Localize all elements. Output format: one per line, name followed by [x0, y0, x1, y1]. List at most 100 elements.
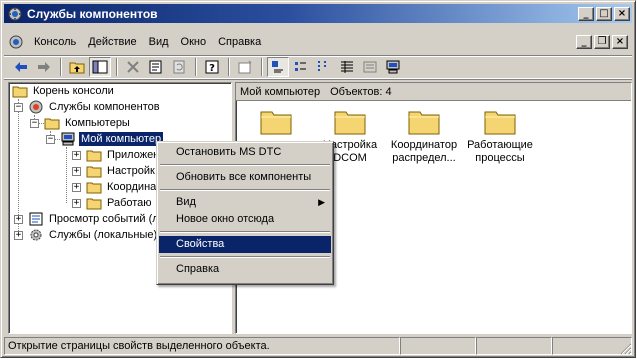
minimize-button[interactable]: _: [578, 6, 594, 21]
folder-label: Работающие процессы: [467, 139, 533, 164]
configure-button[interactable]: [359, 57, 381, 77]
menu-separator: [160, 231, 330, 233]
expand-toggle[interactable]: +: [72, 199, 81, 208]
mdi-restore-button[interactable]: ❐: [594, 35, 610, 49]
show-tree-button[interactable]: [89, 57, 111, 77]
menu-separator: [160, 189, 330, 191]
properties-button[interactable]: [145, 57, 167, 77]
toolbar-separator: [195, 58, 197, 76]
status-bar: Открытие страницы свойств выделенного об…: [4, 337, 632, 355]
tree-item-console-root[interactable]: Корень консоли: [12, 83, 116, 99]
expand-toggle[interactable]: +: [72, 151, 81, 160]
small-icons-button[interactable]: [290, 57, 312, 77]
object-count: Объектов: 4: [330, 85, 392, 98]
back-button[interactable]: [10, 57, 32, 77]
computer-button[interactable]: [382, 57, 404, 77]
folder-dtc[interactable]: Координатор распредел...: [384, 109, 464, 165]
folder-icon: [12, 86, 28, 98]
main-window: Службы компонентов _ □ × Консоль Действи…: [0, 0, 636, 358]
menu-item-help[interactable]: Справка: [159, 261, 331, 278]
toolbar-separator: [60, 58, 62, 76]
tree-item-computers[interactable]: Компьютеры: [44, 115, 132, 131]
tree-item-event-viewer[interactable]: Просмотр событий (л: [28, 211, 161, 227]
up-level-button[interactable]: [66, 57, 88, 77]
window-title: Службы компонентов: [27, 6, 158, 21]
forward-button[interactable]: [33, 57, 55, 77]
menu-view[interactable]: Вид: [143, 34, 175, 50]
status-panel: [476, 337, 552, 355]
properties-icon: [149, 60, 162, 74]
refresh-button[interactable]: [168, 57, 190, 77]
tree-item-dtc[interactable]: Координа: [86, 179, 158, 195]
maximize-button[interactable]: □: [596, 6, 612, 21]
gear-icon: [30, 229, 42, 241]
svg-text:?: ?: [209, 63, 215, 74]
mdi-minimize-button[interactable]: _: [576, 35, 592, 49]
menu-window[interactable]: Окно: [175, 34, 213, 50]
console-icon[interactable]: [8, 34, 24, 50]
close-button[interactable]: ×: [614, 6, 630, 21]
menu-help[interactable]: Справка: [212, 34, 267, 50]
expand-toggle[interactable]: +: [72, 167, 81, 176]
mdi-close-button[interactable]: ×: [612, 35, 628, 49]
tree-item-applications[interactable]: Приложен: [86, 147, 161, 163]
menu-item-view[interactable]: Вид ▶: [159, 194, 331, 211]
list-icon: [318, 61, 326, 71]
tree-item-services[interactable]: Службы (локальные): [28, 227, 159, 243]
folder-icon: [86, 198, 102, 210]
tree-line: [66, 147, 67, 203]
folder-icon: [484, 111, 516, 135]
details-button[interactable]: [336, 57, 358, 77]
tree-item-label: Настройк: [107, 165, 155, 177]
current-location: Мой компьютер: [240, 85, 321, 98]
small-icons-icon: [295, 62, 306, 71]
menu-separator: [160, 256, 330, 258]
menu-action[interactable]: Действие: [82, 34, 142, 50]
status-panel: [400, 337, 476, 355]
toolbar-separator: [228, 58, 230, 76]
tree-item-label: Работаю: [107, 197, 152, 209]
collapse-toggle[interactable]: −: [46, 135, 55, 144]
tree-item-component-services[interactable]: Службы компонентов: [28, 99, 162, 115]
menu-item-new-window[interactable]: Новое окно отсюда: [159, 211, 331, 228]
tree-item-label: Службы (локальные): [49, 229, 158, 241]
menu-console[interactable]: Консоль: [28, 34, 82, 50]
title-bar[interactable]: Службы компонентов _ □ ×: [4, 4, 632, 23]
menu-item-properties[interactable]: Свойства: [159, 236, 331, 253]
expand-toggle[interactable]: +: [14, 231, 23, 240]
folder-running-processes[interactable]: Работающие процессы: [460, 109, 540, 165]
refresh-icon: [173, 60, 185, 74]
folder-icon: [408, 111, 440, 135]
menu-item-label: Вид: [176, 196, 196, 208]
menu-item-refresh-all[interactable]: Обновить все компоненты: [159, 169, 331, 186]
list-button[interactable]: [313, 57, 335, 77]
tree-item-label: Компьютеры: [65, 117, 130, 129]
collapse-toggle[interactable]: −: [30, 119, 39, 128]
forward-arrow-icon: [38, 62, 50, 72]
computer-icon: [386, 60, 400, 74]
large-icons-button[interactable]: [267, 57, 289, 77]
computer-icon: [61, 132, 75, 146]
folder-icon: [86, 166, 102, 178]
help-button[interactable]: ?: [201, 57, 223, 77]
folder-icon: [260, 111, 292, 135]
folder-icon: [86, 150, 102, 162]
menu-item-stop-msdtc[interactable]: Остановить MS DTC: [159, 144, 331, 161]
collapse-toggle[interactable]: −: [14, 103, 23, 112]
result-pane-header: Мой компьютер Объектов: 4: [236, 83, 631, 101]
menu-bar: Консоль Действие Вид Окно Справка _ ❐ ×: [4, 32, 632, 52]
menu-separator: [160, 164, 330, 166]
back-arrow-icon: [15, 62, 27, 72]
tree-item-running-processes[interactable]: Работаю: [86, 195, 154, 211]
expand-toggle[interactable]: +: [72, 183, 81, 192]
tree-item-my-computer[interactable]: Мой компьютер: [60, 131, 165, 147]
resize-grip-icon[interactable]: [620, 343, 632, 355]
new-window-button[interactable]: [234, 57, 256, 77]
tree-pane-icon: [92, 60, 108, 74]
tree-item-label: Службы компонентов: [49, 101, 160, 113]
folder-label: Координатор распредел...: [390, 139, 458, 164]
delete-button[interactable]: [122, 57, 144, 77]
tree-item-dcom-config[interactable]: Настройк: [86, 163, 157, 179]
tree-item-label: Просмотр событий (л: [49, 213, 159, 225]
expand-toggle[interactable]: +: [14, 215, 23, 224]
